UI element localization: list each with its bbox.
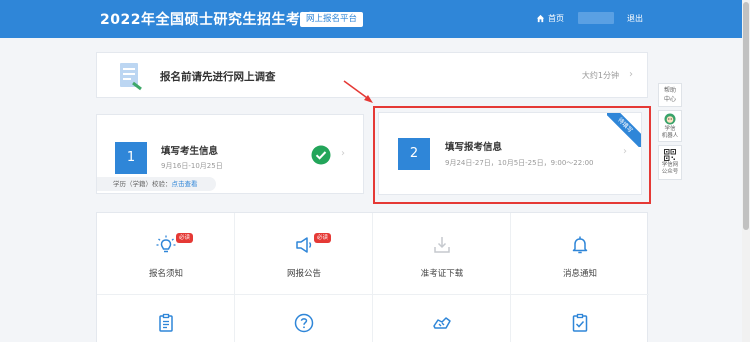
megaphone-icon (296, 237, 312, 253)
survey-title: 报名前请先进行网上调查 (160, 71, 276, 83)
step-number: 1 (115, 142, 147, 174)
grid-item-announcement[interactable]: 必读 网报公告 (235, 213, 373, 295)
grid-item-clipboard[interactable] (97, 295, 235, 342)
grid-item-registration-notice[interactable]: 必读 报名须知 (97, 213, 235, 295)
step-card-fill-exam-info[interactable]: 2 填写报考信息 9月24日-27日，10月5日-25日，9:00～22:00 … (378, 112, 642, 195)
step-number: 2 (398, 138, 430, 170)
home-link[interactable]: 首页 (536, 13, 564, 24)
step-dates: 9月16日-10月25日 (161, 162, 223, 170)
platform-badge: 网上报名平台 (300, 12, 364, 27)
education-verify-bar: 学历（学籍）校验：点击查看 (97, 177, 216, 191)
grid-item-notifications[interactable]: 消息通知 (511, 213, 649, 295)
robot-label-2: 机器人 (661, 133, 679, 139)
grid-item-checklist[interactable] (511, 295, 649, 342)
required-badge: 必读 (314, 233, 332, 243)
step-title: 填写报考信息 (445, 142, 503, 153)
step-title: 填写考生信息 (161, 146, 219, 157)
step-card-fill-candidate-info[interactable]: 1 填写考生信息 9月16日-10月25日 › 学历（学籍）校验：点击查看 (96, 114, 364, 194)
bell-icon (572, 236, 588, 254)
qr-label-1: 学信网 (661, 162, 679, 168)
site-title: 2022年全国硕士研究生招生考试 (100, 12, 315, 28)
qr-code-icon (664, 149, 676, 161)
download-icon (434, 237, 450, 253)
red-arrow-icon (343, 80, 373, 103)
help-center-button[interactable]: 帮助 中心 (658, 83, 682, 107)
home-label: 首页 (548, 14, 564, 23)
robot-avatar-icon (664, 113, 676, 125)
status-ribbon: 待填写 (607, 113, 641, 147)
chevron-right-icon: › (623, 146, 627, 157)
grid-item-admission-ticket[interactable]: 准考证下载 (373, 213, 511, 295)
top-header: 2022年全国硕士研究生招生考试 网上报名平台 首页 退出 (0, 0, 750, 38)
verify-text: 学历（学籍）校验： (113, 180, 172, 188)
ribbon-label: 待填写 (607, 113, 641, 147)
help-label-2: 中心 (663, 96, 676, 103)
help-label-1: 帮助 (663, 87, 676, 94)
user-name-redacted (578, 12, 614, 24)
scrollbar-thumb[interactable] (743, 2, 749, 230)
chevron-right-icon: › (341, 148, 345, 159)
step-dates: 9月24日-27日，10月5日-25日，9:00～22:00 (445, 159, 594, 167)
chatbot-button[interactable]: 学信 机器人 (658, 110, 682, 142)
verify-link[interactable]: 点击查看 (172, 180, 198, 188)
page-scrollbar[interactable] (742, 0, 750, 342)
grid-item-label: 报名须知 (148, 269, 183, 279)
robot-label-1: 学信 (664, 126, 676, 132)
handshake-icon (433, 317, 451, 329)
clipboard-icon (159, 313, 173, 332)
function-grid: 必读 报名须知 必读 网报公告 准考证下载 消息通知 (96, 212, 649, 342)
logout-link[interactable]: 退出 (627, 13, 643, 24)
required-badge: 必读 (176, 233, 194, 243)
wechat-qr-button[interactable]: 学信网 公众号 (658, 145, 682, 180)
check-circle-icon (311, 145, 331, 165)
checklist-icon (572, 313, 588, 332)
qr-label-2: 公众号 (661, 169, 679, 175)
survey-duration: 大约1分钟 (581, 71, 619, 80)
grid-item-label: 网报公告 (286, 269, 321, 279)
question-icon (294, 313, 314, 333)
chevron-right-icon: › (629, 69, 633, 80)
grid-item-handshake[interactable] (373, 295, 511, 342)
grid-item-faq[interactable] (235, 295, 373, 342)
grid-item-label: 消息通知 (562, 269, 597, 279)
home-icon (536, 14, 545, 23)
grid-item-label: 准考证下载 (420, 269, 464, 279)
survey-document-icon (120, 63, 142, 91)
lightbulb-icon (156, 235, 176, 253)
